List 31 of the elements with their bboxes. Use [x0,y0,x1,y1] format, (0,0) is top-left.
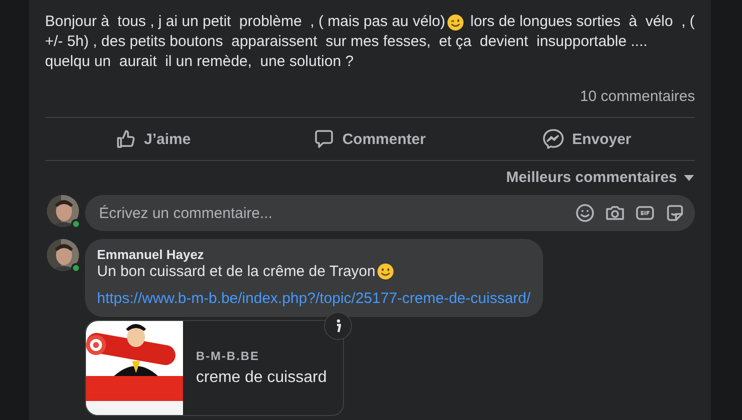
messenger-icon [542,128,564,150]
avatar[interactable] [47,239,79,271]
thumbs-up-icon [116,129,136,149]
comment-input-field[interactable]: Écrivez un commentaire... [97,204,565,222]
camera-icon[interactable] [605,203,625,223]
gif-icon[interactable] [635,203,655,223]
sort-dropdown[interactable]: Meilleurs commentaires [506,169,695,186]
post-text: quelqu un aurait il un remède, une solution ? [45,52,355,72]
like-button[interactable]: J’aime [45,118,262,160]
info-icon [335,319,341,333]
wink-emoji-icon [447,14,464,30]
caret-icon [683,174,695,182]
avatar[interactable] [47,195,79,227]
comment-author[interactable]: Emmanuel Hayez [97,247,531,263]
comment-text: Un bon cuissard et de la crême de Trayon [97,263,376,280]
send-button[interactable]: Envoyer [478,118,696,160]
link-title: creme de cuissard [196,369,327,387]
speech-bubble-icon [314,129,334,149]
sticker-icon[interactable] [665,203,685,223]
comment-link[interactable]: https://www.b-m-b.be/index.php?/topic/25177-creme-de-cuissard/ [97,290,531,307]
post-text: +/- 5h) , des petits boutons apparaissent sur mes fesses, et ça devient insupportable .... [45,32,648,52]
link-domain: B-M-B.BE [196,349,260,363]
comment-count[interactable]: 10 commentaires [580,88,695,105]
post-text: lors de longues sorties à vélo , ( [469,12,695,32]
link-preview-card[interactable]: B-M-B.BE creme de cuissard [85,320,344,416]
smile-emoji-icon [377,263,394,280]
comment-button[interactable]: Commenter [262,118,478,160]
comment-composer[interactable]: Écrivez un commentaire... [85,195,695,231]
emoji-icon[interactable] [575,203,595,223]
info-button[interactable] [324,312,352,340]
post-text: Bonjour à tous , j ai un petit problème , ( mais pas au vélo) [45,12,446,32]
